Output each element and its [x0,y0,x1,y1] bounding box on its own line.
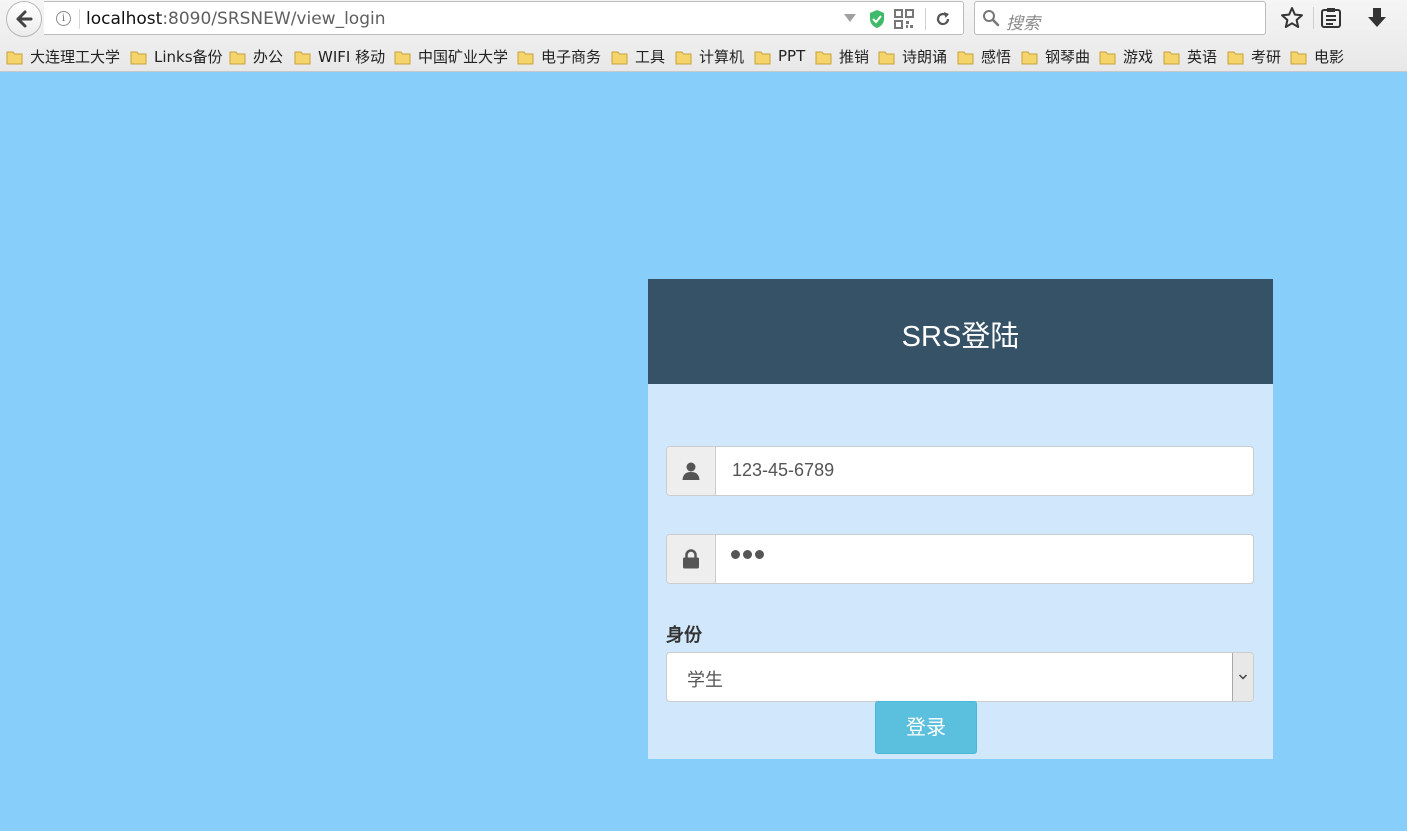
password-dot [743,550,752,559]
bookmark-label: 计算机 [699,47,745,66]
bookmark-label: 推销 [839,47,870,66]
bookmark-label: PPT [778,47,806,65]
folder-icon [6,51,23,64]
bookmark-folder[interactable]: 推销 [815,45,869,67]
reading-list-icon[interactable] [1320,6,1342,30]
bookmark-star-icon[interactable] [1280,6,1304,30]
bookmark-label: 办公 [253,47,284,66]
bookmark-folder[interactable]: 办公 [229,45,283,67]
password-dot [755,550,764,559]
login-title: SRS登陆 [901,321,1020,353]
select-dropdown-button[interactable] [1232,653,1253,701]
login-panel: SRS登陆 123-45-6789 身份 学生 登录 [648,279,1273,759]
folder-icon [229,51,246,64]
folder-icon [611,51,628,64]
folder-icon [1021,51,1038,64]
download-icon[interactable] [1366,6,1388,30]
bookmark-folder[interactable]: Links备份 [130,45,223,67]
shield-icon[interactable] [868,9,886,29]
toolbar-separator [1313,7,1314,29]
bookmark-folder[interactable]: WIFI 移动 [294,45,385,67]
url-separator [79,9,80,29]
search-icon [983,10,1000,27]
role-label: 身份 [666,625,702,646]
bookmark-label: 游戏 [1123,47,1154,66]
folder-icon [815,51,832,64]
password-field[interactable] [666,534,1254,584]
bookmark-folder[interactable]: 电影 [1290,45,1344,67]
login-header: SRS登陆 [648,279,1273,384]
qr-code-icon[interactable] [894,9,914,29]
password-addon [667,535,716,583]
folder-icon [394,51,411,64]
bookmark-label: Links备份 [154,47,223,66]
folder-icon [1099,51,1116,64]
navigation-bar: i localhost:8090/SRSNEW/view_login 搜索 [0,0,1407,38]
bookmark-label: 中国矿业大学 [418,47,509,66]
bookmark-folder[interactable]: 考研 [1227,45,1281,67]
bookmark-label: 钢琴曲 [1045,47,1091,66]
bookmark-label: 考研 [1251,47,1282,66]
folder-icon [294,51,311,64]
bookmark-folder[interactable]: PPT [754,45,805,67]
bookmark-label: 英语 [1187,47,1218,66]
role-selected-value: 学生 [687,670,723,691]
bookmark-folder[interactable]: 游戏 [1099,45,1153,67]
bookmark-label: 诗朗诵 [902,47,948,66]
folder-icon [130,51,147,64]
bookmark-folder[interactable]: 诗朗诵 [878,45,947,67]
browser-toolbar: i localhost:8090/SRSNEW/view_login 搜索 大连… [0,0,1407,72]
folder-icon [517,51,534,64]
folder-icon [957,51,974,64]
bookmark-folder[interactable]: 英语 [1163,45,1217,67]
back-arrow-icon [16,10,33,28]
lock-icon [683,549,699,569]
back-button[interactable] [6,1,42,37]
bookmark-label: 工具 [635,47,666,66]
url-separator-right [925,8,926,30]
bookmarks-bar: 大连理工大学 Links备份 办公 WIFI 移动 中国矿业大学 电子商务 工具… [0,40,1407,70]
username-value[interactable]: 123-45-6789 [732,460,834,481]
password-dot [731,550,740,559]
bookmark-folder[interactable]: 感悟 [957,45,1011,67]
folder-icon [878,51,895,64]
address-bar[interactable]: i localhost:8090/SRSNEW/view_login [44,1,964,35]
username-addon [667,447,716,495]
bookmark-folder[interactable]: 工具 [611,45,665,67]
password-mask[interactable] [731,550,764,559]
url-text[interactable]: localhost:8090/SRSNEW/view_login [86,9,385,29]
bookmark-folder[interactable]: 计算机 [675,45,744,67]
search-placeholder: 搜索 [1006,14,1040,34]
url-host: localhost [86,9,163,29]
folder-icon [1227,51,1244,64]
folder-icon [754,51,771,64]
folder-icon [1290,51,1307,64]
site-info-icon[interactable]: i [56,11,71,26]
folder-icon [1163,51,1180,64]
bookmark-label: 大连理工大学 [30,47,121,66]
url-history-dropdown-icon[interactable] [844,14,856,22]
bookmark-folder[interactable]: 中国矿业大学 [394,45,508,67]
reload-icon[interactable] [934,10,952,28]
bookmark-folder[interactable]: 大连理工大学 [6,45,120,67]
role-select[interactable]: 学生 [666,652,1254,702]
search-bar[interactable]: 搜索 [974,1,1266,35]
bookmark-label: 感悟 [981,47,1012,66]
username-field[interactable]: 123-45-6789 [666,446,1254,496]
login-button[interactable]: 登录 [875,701,977,754]
bookmark-label: 电影 [1314,47,1345,66]
bookmark-label: WIFI 移动 [318,47,386,66]
url-path: :8090/SRSNEW/view_login [162,9,386,29]
user-icon [682,462,700,480]
bookmark-label: 电子商务 [541,47,602,66]
chevron-down-icon [1238,674,1248,680]
folder-icon [675,51,692,64]
bookmark-folder[interactable]: 电子商务 [517,45,601,67]
bookmark-folder[interactable]: 钢琴曲 [1021,45,1090,67]
